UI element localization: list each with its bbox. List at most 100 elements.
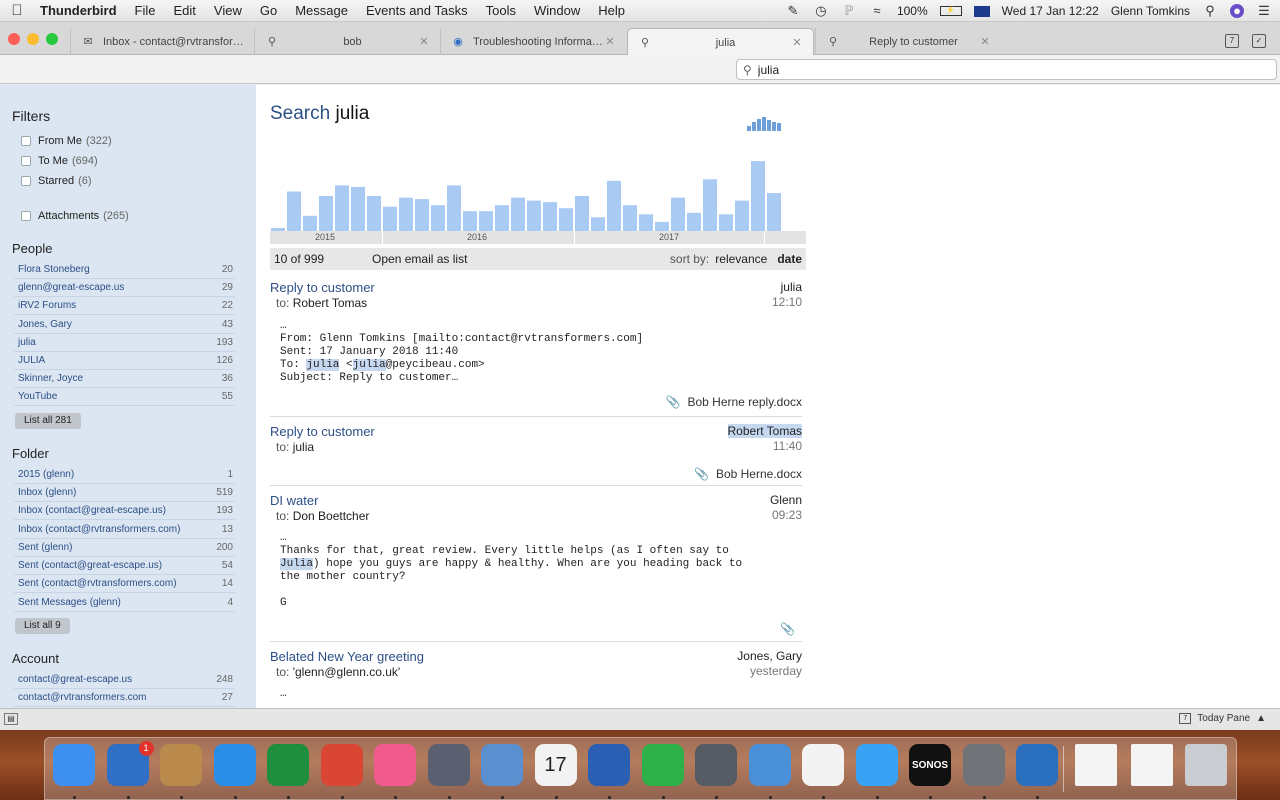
time-machine-icon[interactable]: ◷ bbox=[813, 4, 829, 18]
message-result[interactable]: Reply to customer to: Robert Tomas julia… bbox=[270, 280, 802, 417]
histogram-bar[interactable] bbox=[543, 202, 557, 231]
menu-app-name[interactable]: Thunderbird bbox=[34, 3, 126, 18]
menu-go[interactable]: Go bbox=[251, 3, 286, 18]
person-row[interactable]: glenn@great-escape.us 29 bbox=[14, 279, 235, 297]
notification-center-icon[interactable]: ☰ bbox=[1256, 4, 1272, 18]
histogram-bar[interactable] bbox=[623, 205, 637, 231]
histogram-bar[interactable] bbox=[431, 205, 445, 231]
sonos-dock-icon[interactable]: SONOS bbox=[909, 744, 951, 786]
histogram-bar[interactable] bbox=[351, 186, 365, 231]
message-subject[interactable]: Belated New Year greeting bbox=[270, 649, 424, 664]
filter-from-me[interactable]: From Me (322) bbox=[21, 135, 112, 147]
message-subject[interactable]: Reply to customer bbox=[270, 424, 375, 439]
histogram-bar[interactable] bbox=[367, 196, 381, 231]
histogram-bar[interactable] bbox=[415, 199, 429, 231]
menu-message[interactable]: Message bbox=[286, 3, 357, 18]
person-row[interactable]: Flora Stoneberg 20 bbox=[14, 261, 235, 279]
calendar-tab-icon[interactable]: 7 bbox=[1225, 34, 1239, 48]
offline-status-icon[interactable]: ▤ bbox=[4, 713, 18, 725]
folder-row[interactable]: Sent (glenn) 200 bbox=[14, 539, 235, 557]
histogram-bar[interactable] bbox=[687, 212, 701, 231]
histogram-bar[interactable] bbox=[447, 185, 461, 231]
photos-dock-icon[interactable] bbox=[802, 744, 844, 786]
user-name[interactable]: Glenn Tomkins bbox=[1111, 4, 1190, 18]
safari-dock-icon[interactable] bbox=[213, 744, 256, 786]
person-row[interactable]: Skinner, Joyce 36 bbox=[14, 370, 235, 388]
menu-file[interactable]: File bbox=[126, 3, 165, 18]
evernote-status-icon[interactable]: ✎ bbox=[785, 4, 801, 18]
zoom-window-button[interactable] bbox=[46, 33, 58, 45]
histogram-bar[interactable] bbox=[607, 180, 621, 231]
account-row[interactable]: contact@great-escape.us 248 bbox=[14, 671, 235, 689]
clock[interactable]: Wed 17 Jan 12:22 bbox=[1002, 4, 1099, 18]
person-row[interactable]: JULIA 126 bbox=[14, 352, 235, 370]
chrome-dock-icon[interactable] bbox=[320, 744, 363, 786]
attachment[interactable]: 📎 bbox=[780, 622, 802, 636]
histogram-bar[interactable] bbox=[511, 197, 525, 231]
histogram-bar[interactable] bbox=[495, 205, 509, 231]
message-subject[interactable]: DI water bbox=[270, 493, 318, 508]
siri-icon[interactable]: ● bbox=[1230, 4, 1244, 18]
launchpad-dock-icon[interactable] bbox=[427, 744, 470, 786]
histogram-bar[interactable] bbox=[639, 214, 653, 231]
tab-search-julia[interactable]: ⚲ julia ✕ bbox=[627, 28, 814, 56]
people-list-all-button[interactable]: List all 281 bbox=[15, 413, 81, 429]
calendar-dock-icon[interactable]: 17 bbox=[534, 744, 577, 786]
histogram-bar[interactable] bbox=[719, 214, 733, 231]
histogram-bar[interactable] bbox=[671, 197, 685, 231]
close-window-button[interactable] bbox=[8, 33, 20, 45]
search-box[interactable]: ⚲ bbox=[736, 59, 1277, 80]
histogram-bars[interactable] bbox=[270, 151, 806, 231]
timeline-histogram[interactable]: 2015 2016 2017 bbox=[270, 151, 806, 246]
histogram-bar[interactable] bbox=[463, 211, 477, 231]
bluetooth-icon[interactable]: ℙ bbox=[841, 4, 857, 18]
histogram-bar[interactable] bbox=[383, 206, 397, 231]
apple-menu-icon[interactable]:  bbox=[0, 2, 34, 19]
folder-row[interactable]: Inbox (glenn) 519 bbox=[14, 484, 235, 502]
histogram-bar[interactable] bbox=[575, 196, 589, 231]
attachment[interactable]: 📎 Bob Herne.docx bbox=[694, 467, 802, 481]
menu-view[interactable]: View bbox=[205, 3, 251, 18]
spotlight-icon[interactable]: ⚲ bbox=[1202, 4, 1218, 18]
sequel-pro-dock-icon[interactable] bbox=[695, 744, 737, 786]
histogram-bar[interactable] bbox=[527, 200, 541, 231]
account-row[interactable]: contact@rvtransformers.com 27 bbox=[14, 689, 235, 707]
histogram-bar[interactable] bbox=[287, 191, 301, 232]
message-sender[interactable]: Jones, Gary bbox=[737, 649, 802, 663]
person-row[interactable]: iRV2 Forums 22 bbox=[14, 297, 235, 315]
close-tab-icon[interactable]: ✕ bbox=[791, 36, 803, 49]
close-tab-icon[interactable]: ✕ bbox=[979, 35, 991, 48]
histogram-bar[interactable] bbox=[303, 215, 317, 231]
sort-date-link[interactable]: date bbox=[777, 252, 802, 266]
person-row[interactable]: Jones, Gary 43 bbox=[14, 316, 235, 334]
folder-row[interactable]: Inbox (contact@rvtransformers.com) 13 bbox=[14, 521, 235, 539]
wunderlist-dock-icon[interactable] bbox=[1016, 744, 1058, 786]
close-tab-icon[interactable]: ✕ bbox=[418, 35, 430, 48]
histogram-bar[interactable] bbox=[559, 208, 573, 231]
message-result[interactable]: DI water to: Don Boettcher Glenn 09:23 …… bbox=[270, 493, 802, 642]
messages-dock-icon[interactable] bbox=[855, 744, 898, 786]
battery-icon[interactable]: ⚡ bbox=[939, 6, 962, 16]
minimized-window-2-dock-icon[interactable] bbox=[1131, 744, 1173, 786]
input-source-flag-icon[interactable] bbox=[973, 5, 990, 17]
today-pane-toggle[interactable]: 7 Today Pane ▲ bbox=[1179, 713, 1266, 724]
histogram-bar[interactable] bbox=[479, 211, 493, 231]
tab-search-bob[interactable]: ⚲ bob ✕ bbox=[254, 28, 440, 55]
tab-inbox[interactable]: ✉ Inbox - contact@rvtransformer... bbox=[70, 28, 254, 55]
timeline-toggle-icon[interactable] bbox=[747, 117, 785, 131]
checkbox[interactable] bbox=[21, 176, 31, 186]
battery-percent[interactable]: 100% bbox=[897, 4, 928, 18]
histogram-bar[interactable] bbox=[399, 197, 413, 231]
menu-window[interactable]: Window bbox=[525, 3, 589, 18]
message-sender[interactable]: julia bbox=[781, 280, 802, 294]
itunes-dock-icon[interactable] bbox=[374, 744, 416, 786]
excel-dock-icon[interactable] bbox=[267, 744, 309, 786]
folder-row[interactable]: Sent (contact@great-escape.us) 54 bbox=[14, 557, 235, 575]
contacts-dock-icon[interactable] bbox=[160, 744, 202, 786]
menu-edit[interactable]: Edit bbox=[165, 3, 205, 18]
histogram-bar[interactable] bbox=[335, 185, 349, 231]
folder-row[interactable]: Inbox (contact@great-escape.us) 193 bbox=[14, 502, 235, 520]
minimized-window-1-dock-icon[interactable] bbox=[1075, 744, 1117, 786]
message-result[interactable]: Belated New Year greeting to: 'glenn@gle… bbox=[270, 649, 802, 708]
message-sender[interactable]: Robert Tomas bbox=[727, 424, 802, 438]
